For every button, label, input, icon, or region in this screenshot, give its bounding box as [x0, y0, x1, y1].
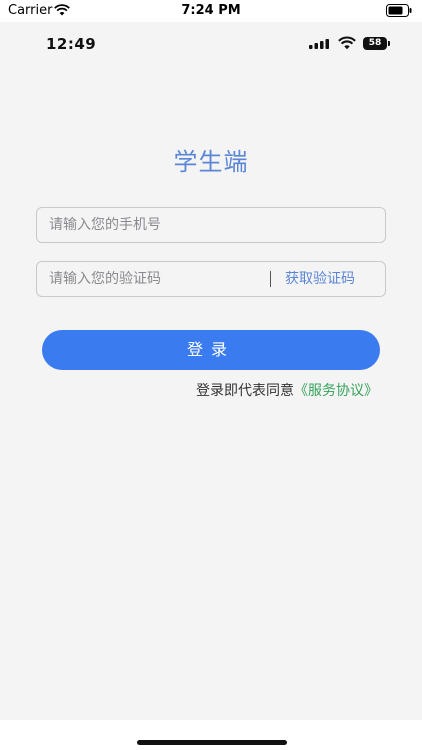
battery-level: 58: [363, 37, 387, 50]
phone-input[interactable]: [49, 208, 369, 242]
wifi-icon: [338, 36, 356, 50]
agreement-line: 登录即代表同意《服务协议》: [196, 380, 378, 400]
battery-icon: [386, 4, 412, 17]
get-code-button[interactable]: 获取验证码: [285, 262, 355, 296]
login-screen: 12:49 58 学生端 获取验证码 登录 登录即代表同意《服务协议》: [0, 22, 422, 720]
status-time: 7:24 PM: [181, 3, 241, 18]
agreement-text: 登录即代表同意: [196, 383, 294, 399]
service-agreement-link[interactable]: 《服务协议》: [294, 383, 378, 399]
home-indicator-area: [0, 720, 422, 750]
field-divider: [270, 271, 271, 287]
login-button[interactable]: 登录: [42, 330, 380, 370]
code-input[interactable]: [49, 262, 249, 296]
battery-icon: 58: [363, 37, 391, 50]
device-status-bar: Carrier 7:24 PM: [0, 0, 422, 22]
inner-status-time: 12:49: [46, 35, 97, 53]
code-field[interactable]: 获取验证码: [36, 261, 386, 297]
home-indicator[interactable]: [137, 740, 287, 745]
signal-icon: [309, 39, 329, 49]
page-title: 学生端: [173, 148, 249, 176]
phone-field[interactable]: [36, 207, 386, 243]
